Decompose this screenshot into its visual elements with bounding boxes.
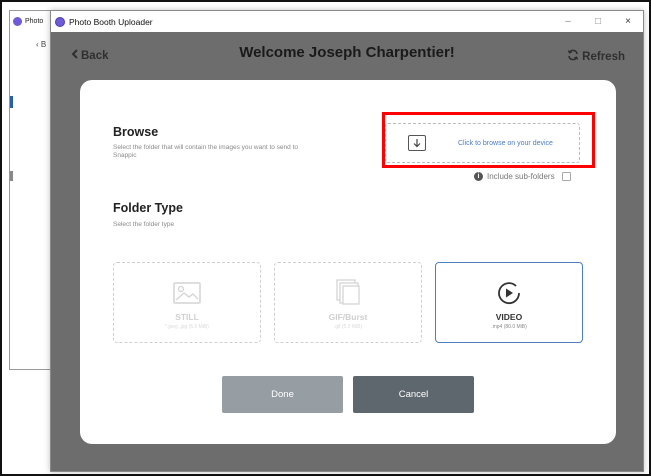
background-back-link[interactable]: ‹ B — [36, 40, 46, 49]
refresh-icon — [567, 49, 579, 64]
page-title: Welcome Joseph Charpentier! — [239, 44, 455, 61]
window-title: Photo Booth Uploader — [69, 16, 153, 27]
refresh-button[interactable]: Refresh — [567, 49, 625, 64]
maximize-button[interactable]: □ — [583, 11, 613, 32]
image-icon — [172, 280, 202, 306]
cancel-button[interactable]: Cancel — [353, 376, 474, 413]
refresh-label: Refresh — [582, 50, 625, 63]
title-bar: Photo Booth Uploader – □ × — [51, 11, 643, 32]
main-window: Photo Booth Uploader – □ × Back Welcome … — [50, 10, 644, 472]
app-header: Back Welcome Joseph Charpentier! Refresh — [51, 32, 643, 78]
include-subfolders-label: Include sub-folders — [487, 172, 555, 181]
play-icon — [496, 280, 522, 306]
folder-type-gif-label: GIF/Burst — [328, 312, 368, 322]
folder-type-video-formats: .mp4 (80.0 MiB) — [491, 324, 527, 330]
app-content: Back Welcome Joseph Charpentier! Refresh — [51, 32, 643, 471]
browse-heading: Browse — [113, 125, 159, 139]
folder-type-video-label: VIDEO — [495, 312, 523, 322]
folder-type-description: Select the folder type — [113, 221, 175, 228]
background-back-label: B — [40, 40, 47, 49]
app-logo-icon — [13, 16, 22, 26]
folder-type-still-label: STILL — [175, 312, 199, 322]
folder-type-gif[interactable]: GIF/Burst .gif (5.0 MiB) — [274, 262, 422, 343]
background-selection-bar — [10, 96, 13, 108]
upload-dialog: Browse Select the folder that will conta… — [80, 80, 616, 444]
app-logo-icon — [55, 16, 65, 27]
include-subfolders-option[interactable]: i Include sub-folders — [474, 172, 571, 181]
folder-type-video[interactable]: VIDEO .mp4 (80.0 MiB) — [435, 262, 583, 343]
background-scroll-marker — [10, 171, 13, 181]
close-button[interactable]: × — [613, 11, 643, 32]
info-icon: i — [474, 172, 483, 181]
window-controls: – □ × — [553, 11, 643, 32]
stack-icon — [333, 279, 363, 306]
folder-type-still-formats: *.jpeg .jpg (5.0 MiB) — [165, 324, 209, 330]
folder-type-heading: Folder Type — [113, 201, 183, 215]
folder-type-still[interactable]: STILL *.jpeg .jpg (5.0 MiB) — [113, 262, 261, 343]
browse-description: Select the folder that will contain the … — [113, 144, 298, 159]
done-button[interactable]: Done — [222, 376, 343, 413]
screen: Photo ‹ B Photo Booth Uploader – □ × Bac… — [0, 0, 651, 476]
folder-type-gif-formats: .gif (5.0 MiB) — [333, 324, 363, 330]
minimize-button[interactable]: – — [553, 11, 583, 32]
include-subfolders-checkbox[interactable] — [561, 172, 571, 181]
highlight-box — [382, 112, 595, 168]
background-window-title: Photo — [25, 17, 44, 25]
